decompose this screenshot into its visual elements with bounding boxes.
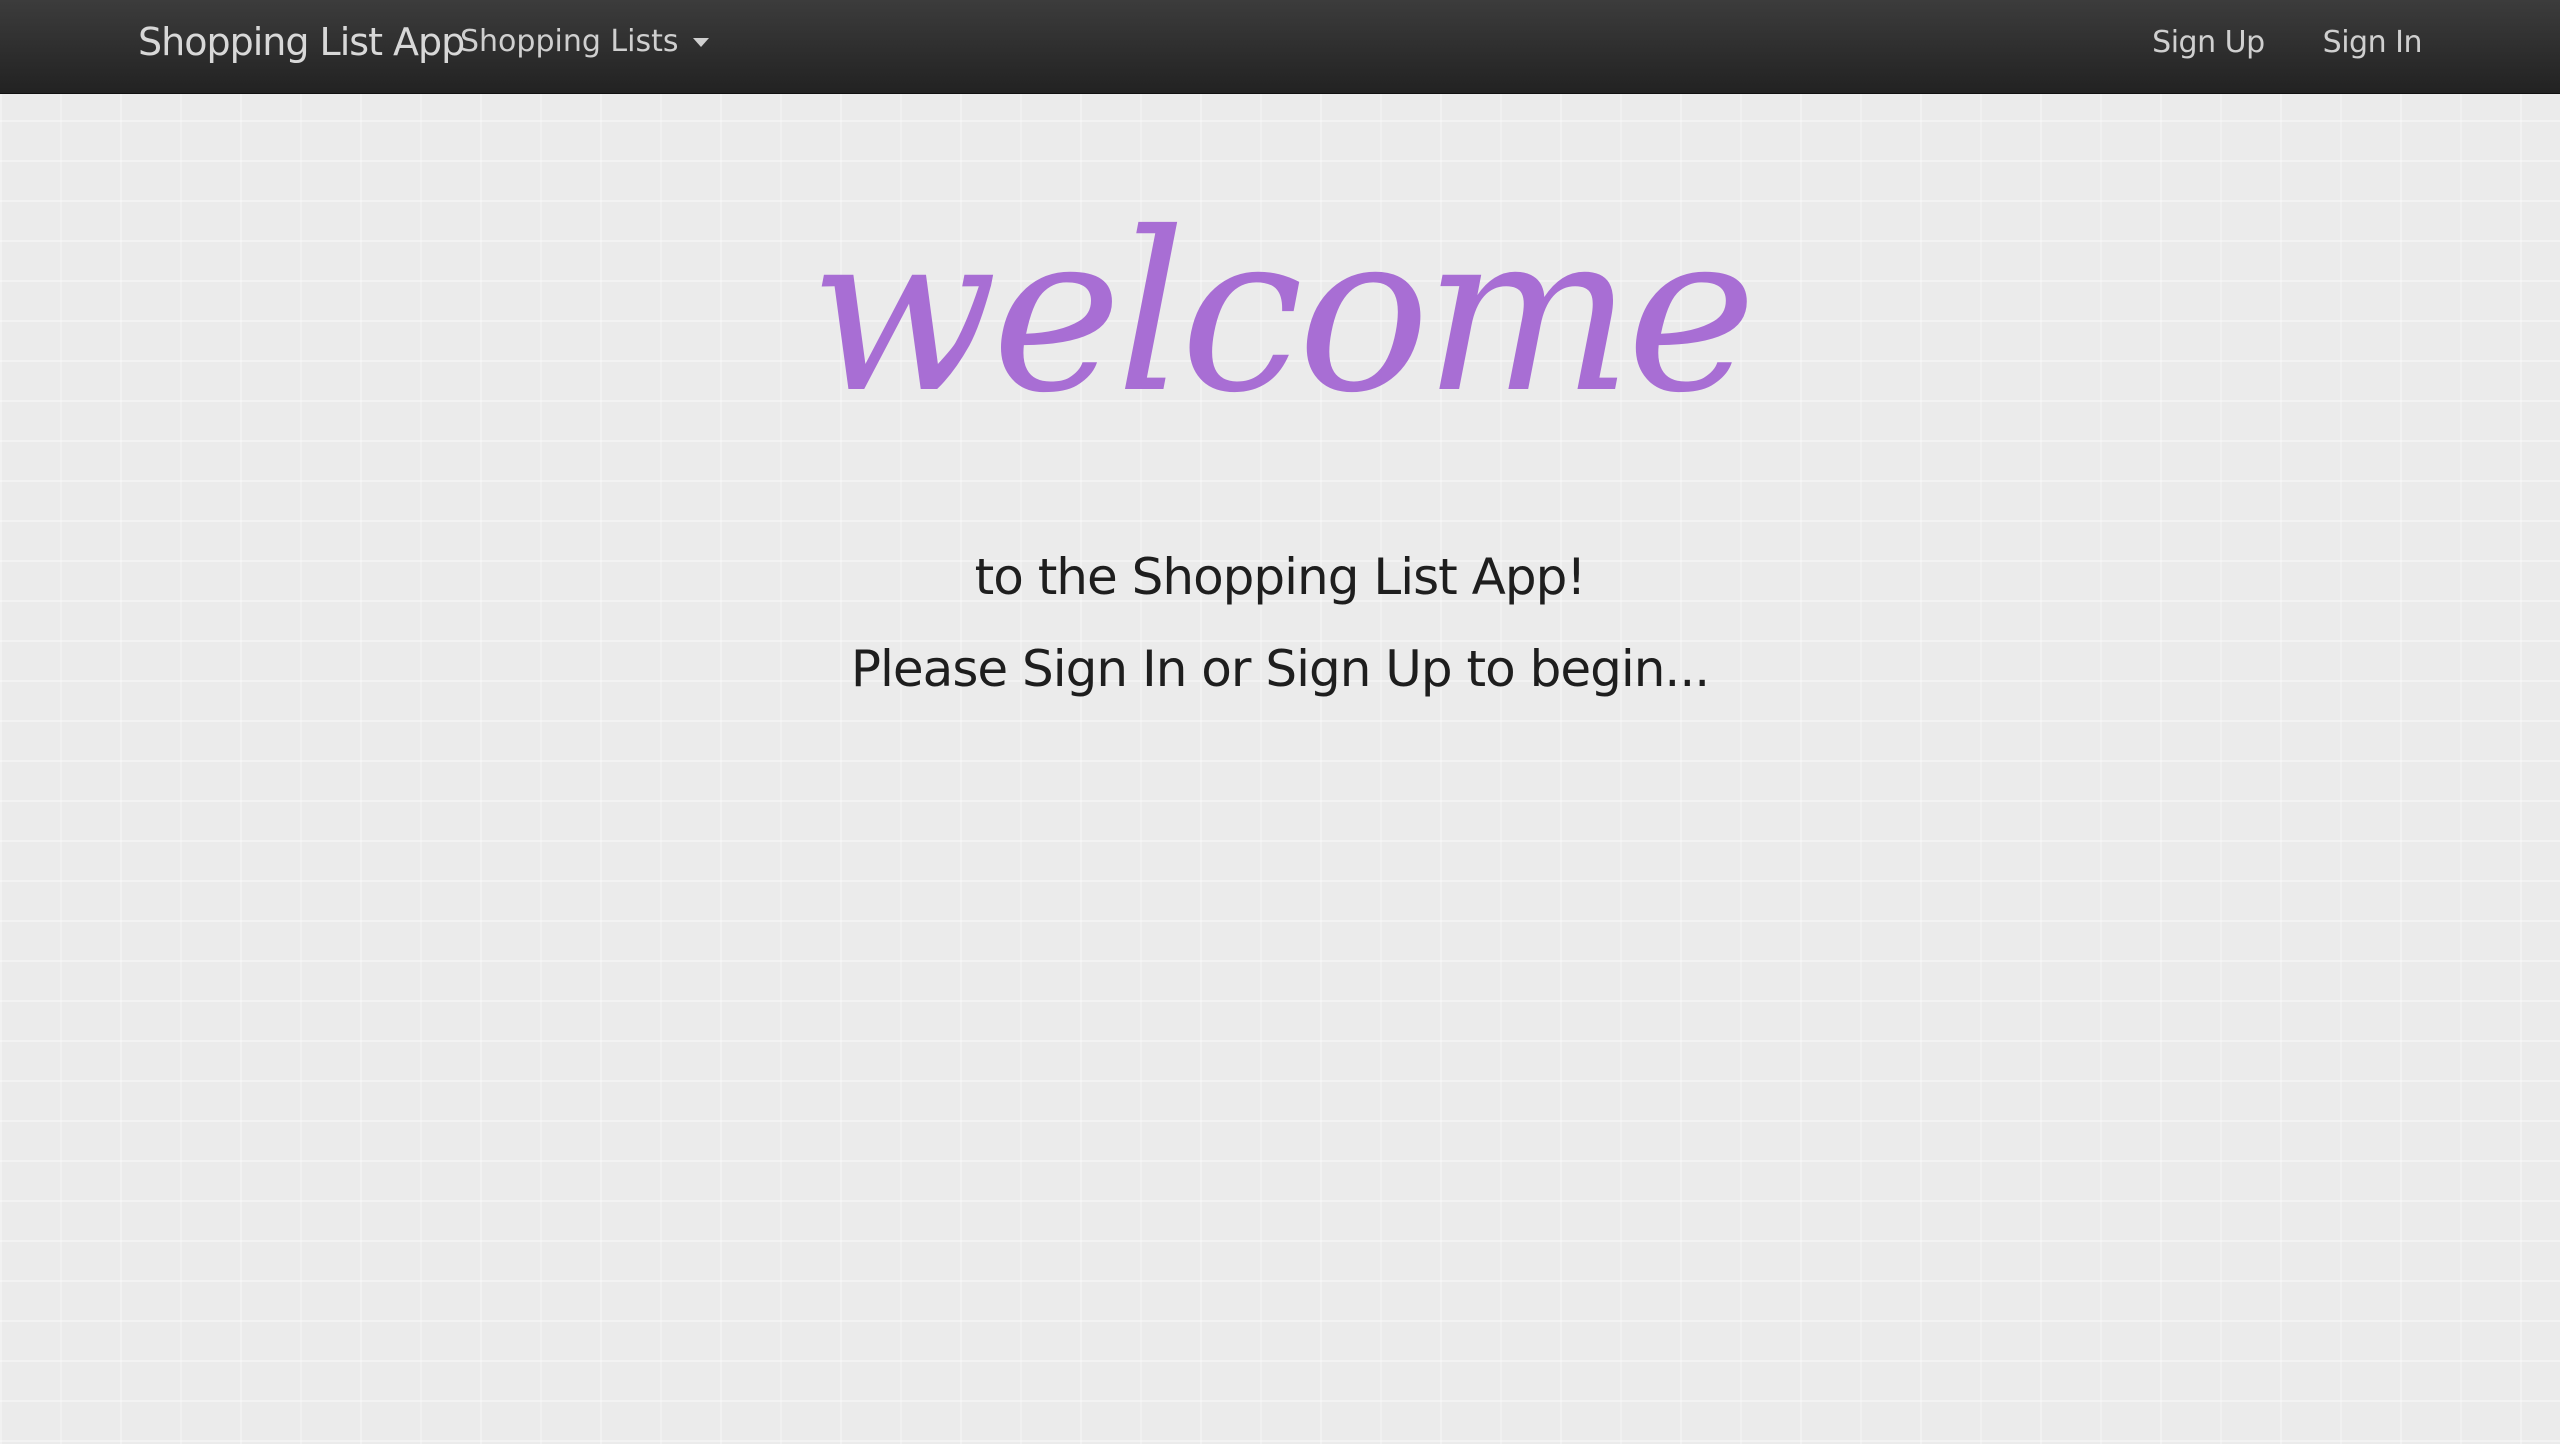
sign-in-link[interactable]: Sign In [2323,25,2423,60]
shopping-lists-dropdown[interactable]: Shopping Lists [460,0,709,84]
shopping-lists-label: Shopping Lists [460,24,679,59]
welcome-heading: welcome [809,185,1756,441]
nav-right-links: Sign Up Sign In [2152,0,2422,84]
sign-in-prompt: Please Sign In or Sign Up to begin... [850,640,1710,698]
welcome-subtitle: to the Shopping List App! [974,548,1587,606]
sign-up-link[interactable]: Sign Up [2152,25,2265,60]
caret-down-icon [692,38,709,47]
brand-link[interactable]: Shopping List App [138,0,465,84]
top-navbar: Shopping List App Shopping Lists Sign Up… [0,0,2560,94]
